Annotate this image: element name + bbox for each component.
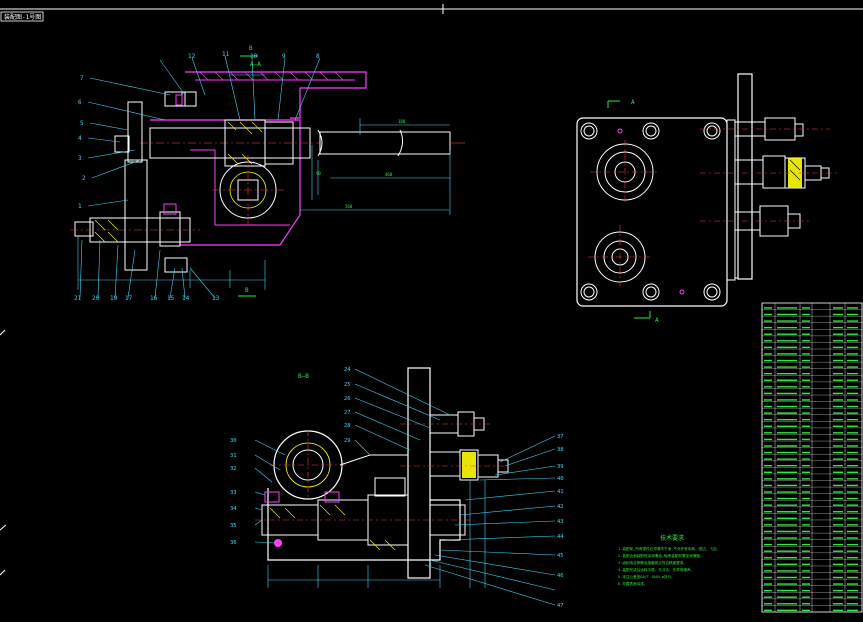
callout-5: 5 — [80, 120, 84, 127]
callout-11: 11 — [222, 51, 230, 58]
view-a-bottom-label: A — [655, 317, 659, 324]
callout-bb-l6: 36 — [230, 540, 237, 546]
callout-19: 19 — [110, 295, 118, 302]
callout-6: 6 — [78, 99, 82, 106]
section-b-label: B — [249, 45, 253, 52]
callout-bb-l1: 31 — [230, 453, 237, 459]
callout-bb-r3: 27 — [344, 410, 351, 416]
callout-12: 12 — [188, 53, 196, 60]
callout-10: 10 — [250, 53, 258, 60]
callout-bb-r0: 24 — [344, 367, 351, 373]
callout-bb-l4: 34 — [230, 506, 237, 512]
svg-text:560: 560 — [345, 204, 353, 209]
svg-text:460: 460 — [385, 172, 393, 177]
cad-drawing-canvas[interactable]: 装配图-1号图 180 460 560 90 B A—A B 7 6 5 4 3… — [0, 0, 863, 622]
callout-4: 4 — [78, 135, 82, 142]
callout-bb-x0: 37 — [557, 434, 564, 440]
callout-bb-l0: 30 — [230, 438, 237, 444]
title-tab-label: 装配图-1号图 — [4, 13, 41, 21]
section-b-bottom-label: B — [245, 287, 249, 294]
section-bb-label: B—B — [298, 373, 309, 380]
callout-9: 9 — [282, 53, 286, 60]
tech-req-line-2: 2.各配合面装配时涂润滑油,轴承装配前需加润滑脂。 — [618, 553, 704, 558]
callout-bb-x1: 38 — [557, 447, 564, 453]
drawing-frame: 装配图-1号图 — [0, 0, 863, 622]
callout-17: 17 — [125, 295, 133, 302]
callout-15: 15 — [167, 295, 175, 302]
callout-8: 8 — [316, 53, 320, 60]
callout-bb-x4: 41 — [557, 489, 564, 495]
svg-text:90: 90 — [316, 171, 321, 176]
callout-bb-l5: 35 — [230, 523, 237, 529]
callout-13: 13 — [212, 295, 220, 302]
callout-bb-x10: 47 — [557, 603, 564, 609]
callout-16: 16 — [150, 295, 158, 302]
callout-2: 2 — [82, 175, 86, 182]
tech-req-line-4: 4.装配完成后运转平稳、无冲击、无异常噪声。 — [618, 567, 694, 572]
tech-req-title: 技术要求 — [660, 534, 684, 542]
callout-7: 7 — [80, 75, 84, 82]
callout-21: 21 — [74, 295, 82, 302]
tech-req-line-6: 6.外露表面涂漆。 — [618, 581, 647, 586]
callout-14: 14 — [182, 295, 190, 302]
svg-text:180: 180 — [398, 119, 406, 124]
callout-bb-l3: 33 — [230, 490, 237, 496]
tech-req-line-5: 5.未注公差按GB/T 1804-m执行。 — [618, 574, 675, 579]
callout-bb-x2: 39 — [557, 464, 564, 470]
callout-bb-r1: 25 — [344, 382, 351, 388]
callout-bb-x5: 42 — [557, 504, 564, 510]
callout-bb-x6: 43 — [557, 519, 564, 525]
callout-1: 1 — [78, 203, 82, 210]
tech-req-line-3: 3.齿轮啮合侧隙及接触斑点符合精度要求。 — [618, 560, 687, 565]
tech-req-line-1: 1.装配前,所有零件必须清洗干净,不允许有毛刺、锐边、飞边。 — [618, 546, 720, 551]
callout-3: 3 — [78, 155, 82, 162]
callout-bb-r2: 26 — [344, 396, 351, 402]
callout-bb-r4: 28 — [344, 423, 351, 429]
callout-bb-x8: 45 — [557, 553, 564, 559]
callout-20: 20 — [92, 295, 100, 302]
callout-bb-l2: 32 — [230, 466, 237, 472]
callout-bb-r5: 29 — [344, 438, 351, 444]
callout-bb-x9: 46 — [557, 573, 564, 579]
view-a-label: A — [631, 99, 635, 106]
callout-bb-x3: 40 — [557, 476, 564, 482]
callout-bb-x7: 44 — [557, 534, 564, 540]
section-aa-label: A—A — [250, 61, 261, 68]
